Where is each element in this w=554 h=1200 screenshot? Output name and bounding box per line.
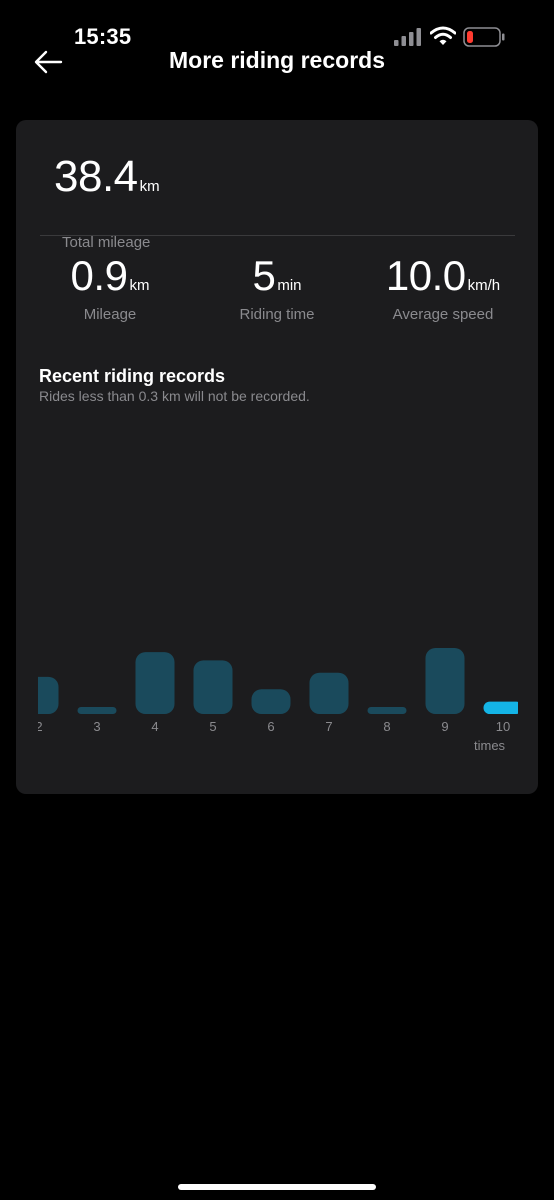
stat-riding-time: 5 min Riding time (202, 252, 352, 323)
bar-10[interactable] (483, 701, 519, 714)
tick-label: 6 (267, 719, 274, 734)
tick-label: 5 (209, 719, 216, 734)
stat-mileage: 0.9 km Mileage (35, 252, 185, 323)
bar-8[interactable] (367, 707, 407, 714)
nav-bar: More riding records (0, 40, 554, 84)
stat-unit: km/h (467, 277, 501, 294)
bar-2[interactable] (38, 676, 59, 714)
stat-value: 10.0 (385, 252, 466, 299)
tick-label: 2 (38, 719, 43, 734)
total-mileage: 38.4 km Total mileage (54, 152, 160, 251)
tick-label: 9 (441, 719, 448, 734)
bar-6[interactable] (251, 689, 291, 714)
home-indicator[interactable] (178, 1184, 376, 1190)
tick-label: 8 (383, 719, 390, 734)
tick-label: 10 (496, 719, 510, 734)
bar-3[interactable] (77, 707, 117, 714)
stat-label: Mileage (83, 306, 137, 323)
bar-7[interactable] (309, 672, 349, 714)
page-title: More riding records (169, 47, 385, 73)
total-mileage-label: Total mileage (62, 234, 151, 251)
tick-label: 7 (325, 719, 332, 734)
stat-unit: min (277, 277, 302, 294)
chart-svg: 2 3 4 5 6 7 8 9 10 (38, 648, 519, 734)
stat-value: 0.9 (70, 252, 128, 299)
stat-unit: km (129, 277, 150, 294)
bar-9[interactable] (425, 648, 465, 714)
bar-4[interactable] (135, 652, 175, 714)
x-axis-label: times (474, 738, 506, 753)
stat-label: Average speed (392, 306, 494, 323)
stat-value: 5 (252, 252, 276, 299)
riding-summary-card: 38.4 km Total mileage 0.9 km Mileage 5 min … (16, 120, 538, 794)
tick-label: 4 (151, 719, 158, 734)
riding-records-chart[interactable]: 2 3 4 5 6 7 8 9 10 (38, 640, 518, 760)
bar-5[interactable] (193, 660, 233, 714)
total-mileage-value: 38.4 (54, 152, 138, 201)
stat-label: Riding time (239, 306, 315, 323)
stat-average-speed: 10.0 km/h Average speed (368, 252, 518, 323)
section-subtitle: Rides less than 0.3 km will not be recor… (39, 388, 310, 404)
divider (40, 235, 515, 236)
section-title: Recent riding records (39, 366, 226, 386)
total-mileage-unit: km (139, 178, 160, 195)
tick-label: 3 (93, 719, 100, 734)
